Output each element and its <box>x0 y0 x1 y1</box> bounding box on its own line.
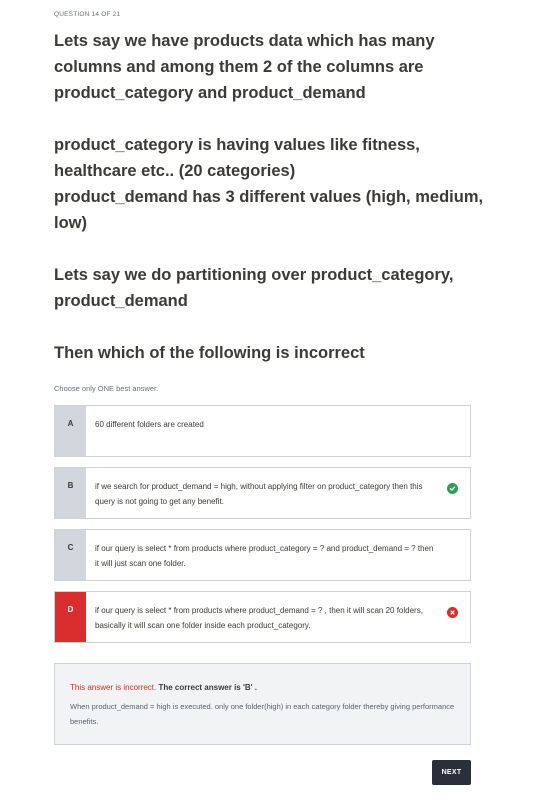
check-circle-icon <box>447 483 458 494</box>
question-counter: QUESTION 14 OF 21 <box>54 11 121 18</box>
answer-letter: A <box>55 406 86 456</box>
feedback-explanation: When product_demand = high is executed. … <box>70 702 455 726</box>
answer-feedback-panel: This answer is incorrect. The correct an… <box>54 663 471 745</box>
answer-option-d[interactable]: D if our query is select * from products… <box>54 591 471 643</box>
answer-letter: B <box>55 468 86 518</box>
answer-option-c[interactable]: C if our query is select * from products… <box>54 529 471 581</box>
correct-answer-text: The correct answer is 'B' . <box>158 683 257 692</box>
answer-option-a[interactable]: A 60 different folders are created <box>54 405 471 457</box>
feedback-heading: This answer is incorrect. The correct an… <box>70 681 455 695</box>
answer-text: if we search for product_demand = high, … <box>95 482 423 506</box>
answer-letter: C <box>55 530 86 580</box>
answer-text: if our query is select * from products w… <box>95 544 434 568</box>
question-paragraph: product_category is having values like f… <box>54 136 484 232</box>
answer-letter: D <box>55 592 86 642</box>
answer-option-b[interactable]: B if we search for product_demand = high… <box>54 467 471 519</box>
answer-text: 60 different folders are created <box>95 420 204 429</box>
answer-instruction: Choose only ONE best answer. <box>54 384 159 393</box>
answer-text: if our query is select * from products w… <box>95 606 423 630</box>
x-circle-icon <box>447 607 458 618</box>
question-paragraph: Lets say we do partitioning over product… <box>54 266 454 310</box>
question-paragraph: Lets say we have products data which has… <box>54 32 435 102</box>
question-paragraph: Then which of the following is incorrect <box>54 344 365 362</box>
question-prompt: Lets say we have products data which has… <box>54 28 484 366</box>
incorrect-label: This answer is incorrect. <box>70 683 157 692</box>
next-button[interactable]: NEXT <box>432 760 471 785</box>
